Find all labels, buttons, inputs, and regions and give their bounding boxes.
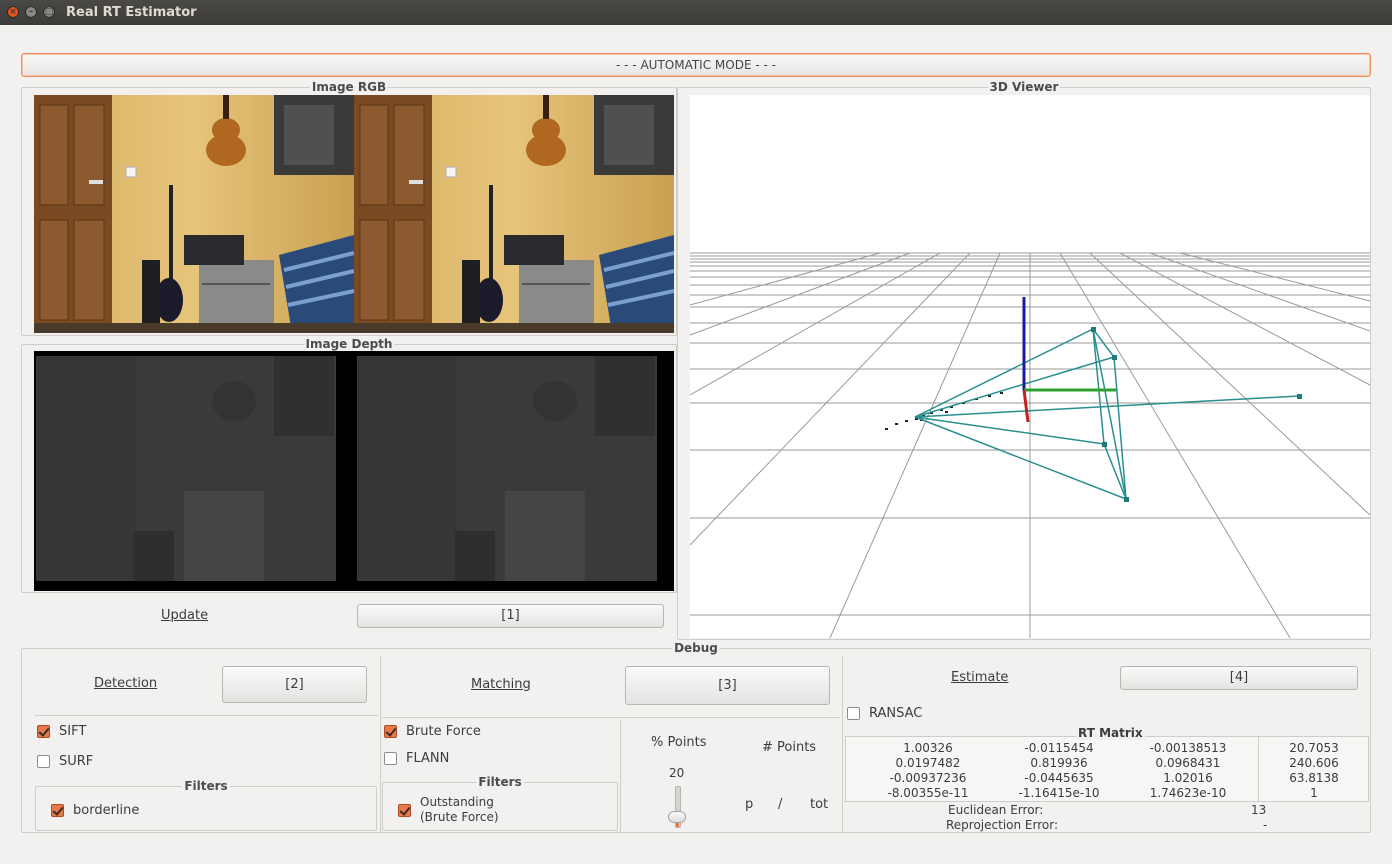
estimate-button[interactable]: [4]: [1120, 666, 1358, 690]
sift-label: SIFT: [59, 724, 87, 739]
rt-matrix-cell: -8.00355e-11: [887, 786, 969, 800]
debug-divider-3: [620, 720, 621, 832]
slash-label: /: [778, 797, 783, 812]
outstanding-label: Outstanding: [420, 795, 494, 809]
sift-check-box[interactable]: [37, 725, 50, 738]
viewer-3d-canvas[interactable]: [690, 95, 1370, 638]
borderline-label: borderline: [73, 803, 140, 818]
rt-matrix-cell: 1: [1310, 786, 1318, 800]
rt-matrix-cell: -0.0445635: [1024, 771, 1094, 785]
rt-matrix-cell: 63.8138: [1289, 771, 1339, 785]
image-rgb-title: Image RGB: [309, 80, 389, 94]
p-label: p: [745, 797, 754, 812]
pct-points-label: % Points: [651, 735, 707, 750]
rt-matrix-title: RT Matrix: [1076, 726, 1145, 740]
euclidean-error-value: 13: [1251, 803, 1267, 817]
borderline-checkbox[interactable]: borderline: [51, 803, 139, 818]
rgb-image: [34, 95, 674, 333]
debug-title: Debug: [672, 641, 720, 655]
outstanding-label-2: (Brute Force): [420, 810, 499, 824]
update-link[interactable]: Update: [161, 608, 208, 623]
outstanding-check-box[interactable]: [398, 803, 411, 817]
window-titlebar: × – □ Real RT Estimator: [0, 0, 1392, 25]
rt-matrix-cell: 0.0968431: [1155, 756, 1221, 770]
tot-label: tot: [810, 797, 829, 812]
close-window-button[interactable]: ×: [7, 6, 19, 18]
maximize-window-button[interactable]: □: [43, 6, 55, 18]
automatic-mode-button[interactable]: - - - AUTOMATIC MODE - - -: [21, 53, 1371, 77]
surf-check-box[interactable]: [37, 755, 50, 768]
brute-force-label: Brute Force: [406, 724, 481, 739]
image-rgb-view: [34, 95, 674, 333]
matching-filters-title: Filters: [476, 775, 524, 789]
rt-matrix-cell: 0.0197482: [895, 756, 961, 770]
rt-matrix-cell: -0.00937236: [889, 771, 967, 785]
rt-matrix-table: 1.00326 -0.0115454 -0.00138513 20.7053 0…: [845, 736, 1369, 802]
debug-hline-detection: [34, 715, 378, 716]
estimate-link[interactable]: Estimate: [951, 670, 1008, 685]
borderline-check-box[interactable]: [51, 804, 64, 817]
rt-matrix-cell: 1.00326: [903, 741, 953, 755]
detection-link[interactable]: Detection: [94, 676, 157, 691]
update-button[interactable]: [1]: [357, 604, 664, 628]
detection-filters-title: Filters: [182, 779, 230, 793]
rt-matrix-cell: 1.74623e-10: [1149, 786, 1227, 800]
brute-force-check-box[interactable]: [384, 725, 397, 738]
rt-matrix-cell: 0.819936: [1030, 756, 1088, 770]
detection-button[interactable]: [2]: [222, 666, 367, 703]
matching-link[interactable]: Matching: [471, 677, 531, 692]
reprojection-error-label: Reprojection Error:: [946, 818, 1059, 832]
pct-points-value: 20: [669, 766, 685, 780]
viewer-3d-title: 3D Viewer: [987, 80, 1061, 94]
surf-checkbox[interactable]: SURF: [37, 754, 93, 769]
surf-label: SURF: [59, 754, 94, 769]
rt-matrix-cell: 20.7053: [1289, 741, 1339, 755]
rt-matrix-cell: -1.16415e-10: [1018, 786, 1100, 800]
outstanding-checkbox[interactable]: Outstanding (Brute Force): [398, 795, 499, 825]
rt-matrix-cell: 1.02016: [1163, 771, 1213, 785]
flann-check-box[interactable]: [384, 752, 397, 765]
brute-force-checkbox[interactable]: Brute Force: [384, 724, 481, 739]
rt-matrix-cell: 240.606: [1289, 756, 1339, 770]
rt-matrix-cell: -0.0115454: [1024, 741, 1094, 755]
reprojection-error-value: -: [1263, 818, 1268, 832]
image-depth-title: Image Depth: [303, 337, 395, 351]
matching-button[interactable]: [3]: [625, 666, 830, 705]
ransac-label: RANSAC: [869, 706, 923, 721]
minimize-window-button[interactable]: –: [25, 6, 37, 18]
flann-checkbox[interactable]: FLANN: [384, 751, 449, 766]
rt-matrix-cell: -0.00138513: [1149, 741, 1227, 755]
flann-label: FLANN: [406, 751, 450, 766]
window-title: Real RT Estimator: [66, 5, 197, 20]
debug-divider-2: [842, 656, 843, 832]
slider-handle[interactable]: [668, 811, 686, 823]
sift-checkbox[interactable]: SIFT: [37, 724, 86, 739]
num-points-label: # Points: [762, 740, 817, 755]
pct-points-slider[interactable]: [668, 786, 686, 832]
depth-image: [34, 351, 674, 591]
debug-divider-1: [380, 656, 381, 832]
euclidean-error-label: Euclidean Error:: [948, 803, 1044, 817]
ransac-checkbox[interactable]: RANSAC: [847, 706, 922, 721]
debug-hline-matching: [382, 717, 840, 718]
image-depth-view: [34, 351, 674, 591]
ransac-check-box[interactable]: [847, 707, 860, 720]
3d-scene: [690, 252, 1370, 638]
